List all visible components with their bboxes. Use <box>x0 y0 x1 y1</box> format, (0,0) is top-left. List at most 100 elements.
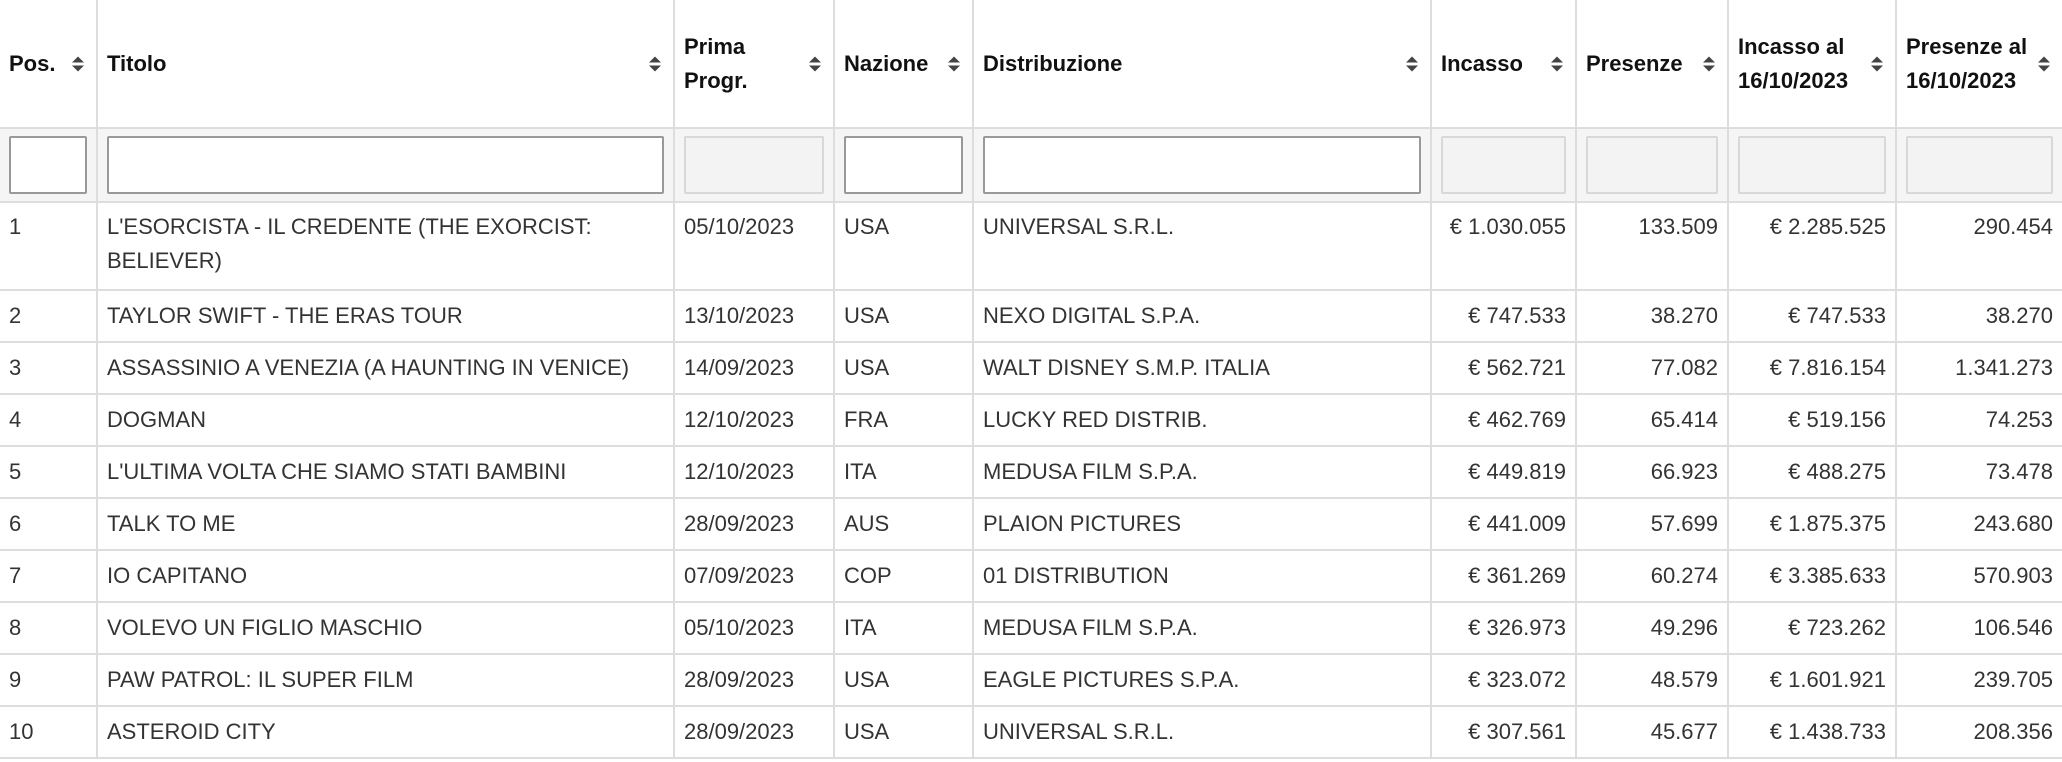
nazione-filter-input[interactable] <box>844 136 963 194</box>
presenze-filter-disabled <box>1586 136 1718 194</box>
cell-incasso-totale: € 7.816.154 <box>1727 341 1897 395</box>
table-body: 1 L'ESORCISTA - IL CREDENTE (THE EXORCIST… <box>0 201 2062 759</box>
cell-titolo: L'ESORCISTA - IL CREDENTE (THE EXORCIST:… <box>96 201 675 291</box>
cell-incasso: € 747.533 <box>1430 289 1577 343</box>
column-header-label: Pos. <box>9 50 56 76</box>
table-row: 10 ASTEROID CITY 28/09/2023 USA UNIVERSAL S.… <box>0 705 2062 759</box>
table-row: 9 PAW PATROL: IL SUPER FILM 28/09/2023 USA E… <box>0 653 2062 707</box>
cell-presenze: 65.414 <box>1575 393 1729 447</box>
cell-prima-progr: 28/09/2023 <box>673 497 835 551</box>
cell-presenze-totale: 38.270 <box>1895 289 2062 343</box>
cell-presenze: 66.923 <box>1575 445 1729 499</box>
cell-prima-progr: 14/09/2023 <box>673 341 835 395</box>
cell-distribuzione: UNIVERSAL S.R.L. <box>972 705 1432 759</box>
column-header-label: Presenze al 16/10/2023 <box>1906 33 2028 93</box>
pos-filter-input[interactable] <box>9 136 87 194</box>
cell-incasso: € 323.072 <box>1430 653 1577 707</box>
cell-incasso: € 361.269 <box>1430 549 1577 603</box>
table-row: 7 IO CAPITANO 07/09/2023 COP 01 DISTRIBUTION… <box>0 549 2062 603</box>
cell-pos: 3 <box>0 341 98 395</box>
cell-nazione: USA <box>833 201 974 291</box>
cell-presenze: 49.296 <box>1575 601 1729 655</box>
prima-progr-filter-disabled <box>684 136 824 194</box>
cell-presenze: 60.274 <box>1575 549 1729 603</box>
box-office-table: Pos. Titolo Prima Progr. Nazione Distrib… <box>0 0 2062 759</box>
sort-icon[interactable] <box>1406 56 1418 71</box>
cell-presenze-totale: 1.341.273 <box>1895 341 2062 395</box>
cell-prima-progr: 12/10/2023 <box>673 393 835 447</box>
titolo-filter-input[interactable] <box>107 136 664 194</box>
table-row: 2 TAYLOR SWIFT - THE ERAS TOUR 13/10/2023 U… <box>0 289 2062 343</box>
column-header-label: Nazione <box>844 50 929 76</box>
header-row: Pos. Titolo Prima Progr. Nazione Distrib… <box>0 0 2062 129</box>
cell-incasso-totale: € 747.533 <box>1727 289 1897 343</box>
cell-nazione: ITA <box>833 445 974 499</box>
cell-distribuzione: NEXO DIGITAL S.P.A. <box>972 289 1432 343</box>
column-header-label: Prima Progr. <box>684 33 748 93</box>
filter-row <box>0 127 2062 203</box>
distribuzione-filter-input[interactable] <box>983 136 1421 194</box>
cell-prima-progr: 07/09/2023 <box>673 549 835 603</box>
cell-titolo: ASTEROID CITY <box>96 705 675 759</box>
sort-icon[interactable] <box>809 56 821 71</box>
cell-presenze-totale: 208.356 <box>1895 705 2062 759</box>
cell-nazione: USA <box>833 705 974 759</box>
column-header-incasso-totale[interactable]: Incasso al 16/10/2023 <box>1727 0 1897 129</box>
table-row: 8 VOLEVO UN FIGLIO MASCHIO 05/10/2023 ITA ME… <box>0 601 2062 655</box>
cell-incasso-totale: € 3.385.633 <box>1727 549 1897 603</box>
table-row: 3 ASSASSINIO A VENEZIA (A HAUNTING IN VEN… <box>0 341 2062 395</box>
column-header-prima-progr[interactable]: Prima Progr. <box>673 0 835 129</box>
column-header-distribuzione[interactable]: Distribuzione <box>972 0 1432 129</box>
cell-distribuzione: WALT DISNEY S.M.P. ITALIA <box>972 341 1432 395</box>
cell-incasso-totale: € 1.875.375 <box>1727 497 1897 551</box>
cell-presenze: 77.082 <box>1575 341 1729 395</box>
cell-distribuzione: EAGLE PICTURES S.P.A. <box>972 653 1432 707</box>
cell-nazione: FRA <box>833 393 974 447</box>
cell-prima-progr: 05/10/2023 <box>673 601 835 655</box>
cell-pos: 9 <box>0 653 98 707</box>
cell-presenze: 48.579 <box>1575 653 1729 707</box>
sort-icon[interactable] <box>1703 56 1715 71</box>
sort-icon[interactable] <box>649 56 661 71</box>
cell-nazione: ITA <box>833 601 974 655</box>
sort-icon[interactable] <box>1871 56 1883 71</box>
cell-presenze-totale: 74.253 <box>1895 393 2062 447</box>
sort-icon[interactable] <box>1551 56 1563 71</box>
cell-nazione: AUS <box>833 497 974 551</box>
cell-presenze: 45.677 <box>1575 705 1729 759</box>
column-header-label: Incasso al 16/10/2023 <box>1738 33 1849 93</box>
column-header-presenze-totale[interactable]: Presenze al 16/10/2023 <box>1895 0 2062 129</box>
sort-icon[interactable] <box>948 56 960 71</box>
cell-presenze-totale: 239.705 <box>1895 653 2062 707</box>
cell-pos: 10 <box>0 705 98 759</box>
column-header-pos[interactable]: Pos. <box>0 0 98 129</box>
cell-nazione: COP <box>833 549 974 603</box>
sort-icon[interactable] <box>72 56 84 71</box>
cell-pos: 2 <box>0 289 98 343</box>
cell-pos: 6 <box>0 497 98 551</box>
cell-incasso: € 462.769 <box>1430 393 1577 447</box>
cell-incasso-totale: € 488.275 <box>1727 445 1897 499</box>
column-header-incasso[interactable]: Incasso <box>1430 0 1577 129</box>
cell-incasso-totale: € 519.156 <box>1727 393 1897 447</box>
cell-distribuzione: UNIVERSAL S.R.L. <box>972 201 1432 291</box>
table-row: 1 L'ESORCISTA - IL CREDENTE (THE EXORCIST… <box>0 201 2062 291</box>
cell-presenze-totale: 106.546 <box>1895 601 2062 655</box>
column-header-label: Titolo <box>107 50 167 76</box>
column-header-presenze[interactable]: Presenze <box>1575 0 1729 129</box>
cell-nazione: USA <box>833 341 974 395</box>
cell-incasso: € 307.561 <box>1430 705 1577 759</box>
cell-presenze-totale: 73.478 <box>1895 445 2062 499</box>
column-header-titolo[interactable]: Titolo <box>96 0 675 129</box>
cell-distribuzione: LUCKY RED DISTRIB. <box>972 393 1432 447</box>
cell-incasso: € 562.721 <box>1430 341 1577 395</box>
column-header-nazione[interactable]: Nazione <box>833 0 974 129</box>
cell-distribuzione: 01 DISTRIBUTION <box>972 549 1432 603</box>
cell-presenze: 38.270 <box>1575 289 1729 343</box>
table-row: 5 L'ULTIMA VOLTA CHE SIAMO STATI BAMBINI 1… <box>0 445 2062 499</box>
cell-titolo: L'ULTIMA VOLTA CHE SIAMO STATI BAMBINI <box>96 445 675 499</box>
cell-incasso-totale: € 1.601.921 <box>1727 653 1897 707</box>
sort-icon[interactable] <box>2038 56 2050 71</box>
cell-presenze-totale: 570.903 <box>1895 549 2062 603</box>
incasso-totale-filter-disabled <box>1738 136 1886 194</box>
